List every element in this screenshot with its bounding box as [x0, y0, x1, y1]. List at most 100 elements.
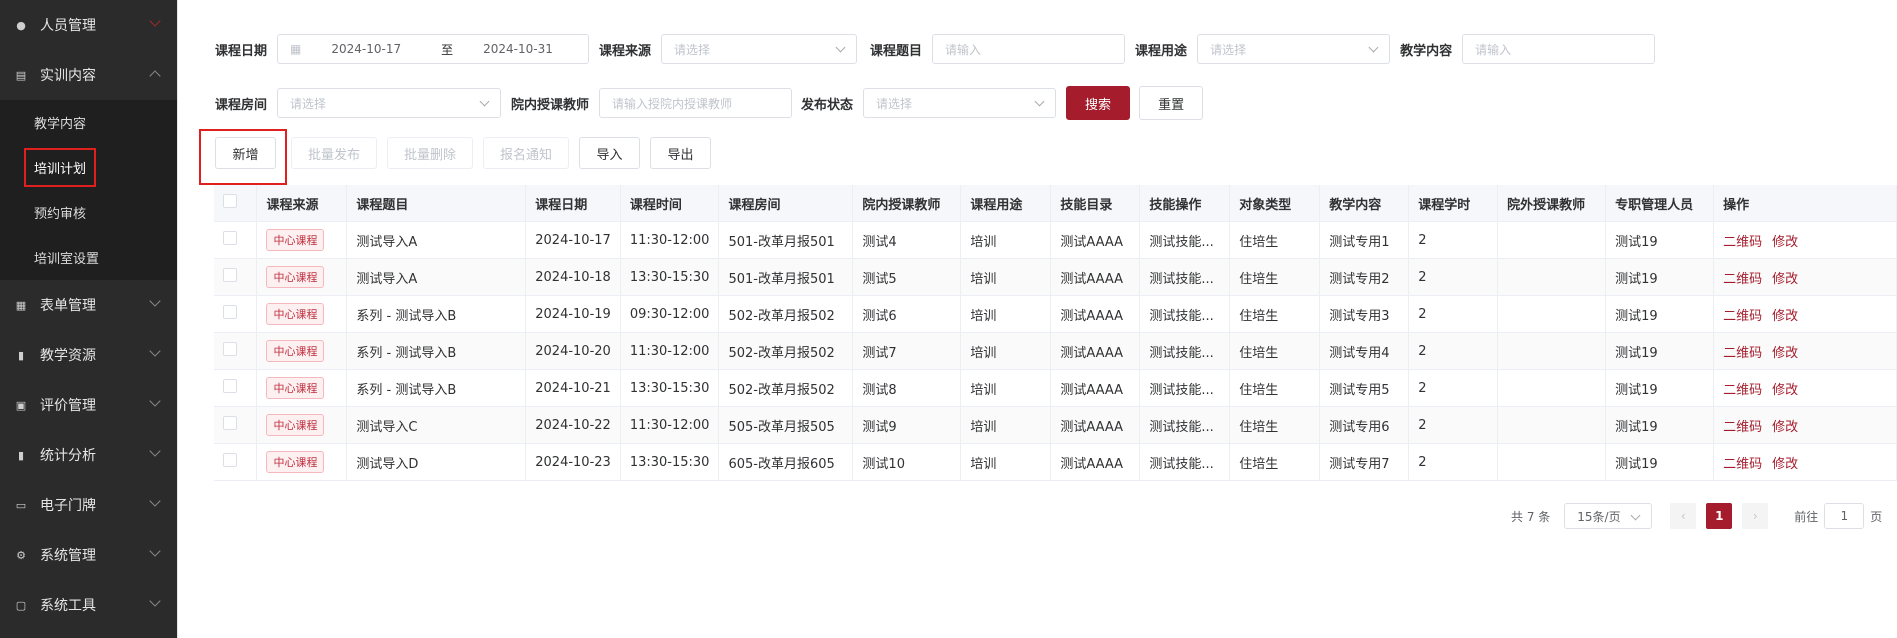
- row-checkbox[interactable]: [223, 416, 237, 430]
- submenu-item-label: 预约审核: [34, 207, 87, 222]
- batch-publish-button[interactable]: 批量发布: [291, 137, 377, 169]
- row-checkbox[interactable]: [223, 379, 237, 393]
- edit-link[interactable]: 修改: [1772, 420, 1798, 435]
- cell-date: 2024-10-20: [525, 332, 621, 370]
- row-select-cell[interactable]: [214, 221, 258, 259]
- submenu-item-teaching-content[interactable]: 教学内容: [0, 100, 177, 145]
- cell-hours: 2: [1408, 369, 1499, 407]
- gear-icon: ⚙: [16, 548, 26, 562]
- goto-input[interactable]: 1: [1824, 503, 1865, 529]
- cell-content: 测试专用1: [1319, 221, 1410, 259]
- date-range-picker[interactable]: ▦ 2024-10-17 至 2024-10-31: [277, 34, 590, 64]
- cell-hours: 2: [1408, 332, 1499, 370]
- chevron-down-icon: [149, 345, 161, 357]
- sidebar-item-label: 人员管理: [40, 18, 96, 34]
- status-select[interactable]: 请选择: [863, 88, 1057, 118]
- page-button-current[interactable]: 1: [1706, 503, 1733, 529]
- submenu-item-room-settings[interactable]: 培训室设置: [0, 235, 177, 280]
- topic-input[interactable]: 请输入: [932, 34, 1126, 64]
- submenu-item-training-plan[interactable]: 培训计划: [0, 145, 177, 190]
- sidebar-item-e-doorplate[interactable]: ▭ 电子门牌: [0, 480, 177, 530]
- sidebar-item-forms[interactable]: ▦ 表单管理: [0, 280, 177, 330]
- table-row: 中心课程 测试导入A 2024-10-17 11:30-12:00 501-改革月报50…: [214, 221, 1897, 259]
- select-all-checkbox[interactable]: [223, 194, 237, 208]
- content-input[interactable]: 请输入: [1462, 34, 1656, 64]
- row-select-cell[interactable]: [214, 369, 258, 407]
- cell-target: 住培生: [1229, 258, 1321, 296]
- source-select[interactable]: 请选择: [661, 34, 858, 64]
- next-page-button[interactable]: ›: [1742, 503, 1769, 529]
- cell-manager: 测试19: [1605, 406, 1715, 444]
- search-button[interactable]: 搜索: [1066, 86, 1131, 120]
- select-all-cell[interactable]: [214, 185, 258, 222]
- teacher-input[interactable]: 请输入授院内授课教师: [599, 88, 793, 118]
- edit-link[interactable]: 修改: [1772, 309, 1798, 324]
- qrcode-link[interactable]: 二维码: [1723, 235, 1762, 250]
- qrcode-link[interactable]: 二维码: [1723, 346, 1762, 361]
- cell-date: 2024-10-19: [525, 295, 621, 333]
- cell-manager: 测试19: [1605, 258, 1715, 296]
- sidebar-item-personnel[interactable]: ● 人员管理: [0, 0, 177, 50]
- row-select-cell[interactable]: [214, 406, 258, 444]
- submenu-item-booking-review[interactable]: 预约审核: [0, 190, 177, 235]
- cell-time: 13:30-15:30: [620, 258, 720, 296]
- signup-notify-button[interactable]: 报名通知: [483, 137, 569, 169]
- reset-button[interactable]: 重置: [1139, 86, 1204, 120]
- cell-target: 住培生: [1229, 221, 1321, 259]
- row-select-cell[interactable]: [214, 258, 258, 296]
- page-size-select[interactable]: 15条/页: [1564, 503, 1653, 529]
- cell-ext-teacher: [1497, 332, 1607, 370]
- qrcode-link[interactable]: 二维码: [1723, 383, 1762, 398]
- column-header: 院外授课教师: [1497, 185, 1607, 222]
- cell-purpose: 培训: [960, 258, 1052, 296]
- source-tag: 中心课程: [266, 451, 325, 473]
- qrcode-link[interactable]: 二维码: [1723, 457, 1762, 472]
- row-checkbox[interactable]: [223, 231, 237, 245]
- filter-row-2: 课程房间 请选择 院内授课教师 请输入授院内授课教师 发布状态 请选择 搜索 重…: [215, 86, 1204, 120]
- sidebar-item-evaluation[interactable]: ▣ 评价管理: [0, 380, 177, 430]
- cell-skill-dir: 测试AAAA: [1050, 332, 1141, 370]
- sidebar-item-system[interactable]: ⚙ 系统管理: [0, 530, 177, 580]
- cell-room: 605-改革月报605: [718, 443, 854, 481]
- table-header-row: 课程来源 课程题目 课程日期 课程时间 课程房间 院内授课教师 课程用途 技能目…: [214, 185, 1897, 222]
- prev-page-button[interactable]: ‹: [1670, 503, 1697, 529]
- room-select[interactable]: 请选择: [277, 88, 502, 118]
- cell-target: 住培生: [1229, 369, 1321, 407]
- column-header: 课程房间: [718, 185, 854, 222]
- edit-link[interactable]: 修改: [1772, 383, 1798, 398]
- qrcode-link[interactable]: 二维码: [1723, 309, 1762, 324]
- cell-date: 2024-10-18: [525, 258, 621, 296]
- sidebar-item-statistics[interactable]: ▮ 统计分析: [0, 430, 177, 480]
- row-select-cell[interactable]: [214, 443, 258, 481]
- cell-ext-teacher: [1497, 443, 1607, 481]
- book-icon: ▤: [15, 68, 27, 82]
- row-checkbox[interactable]: [223, 268, 237, 282]
- row-select-cell[interactable]: [214, 332, 258, 370]
- highlight-box: [199, 129, 287, 185]
- purpose-select[interactable]: 请选择: [1197, 34, 1391, 64]
- column-header: 课程题目: [346, 185, 527, 222]
- cell-skill-dir: 测试AAAA: [1050, 221, 1141, 259]
- submenu: 教学内容 培训计划 预约审核 培训室设置: [0, 100, 177, 280]
- qrcode-link[interactable]: 二维码: [1723, 420, 1762, 435]
- monitor-icon: ▭: [15, 498, 27, 512]
- edit-link[interactable]: 修改: [1772, 346, 1798, 361]
- edit-link[interactable]: 修改: [1772, 457, 1798, 472]
- sidebar-item-resources[interactable]: ▮ 教学资源: [0, 330, 177, 380]
- batch-delete-button[interactable]: 批量删除: [387, 137, 473, 169]
- toolbox-icon: ▢: [15, 598, 27, 612]
- row-checkbox[interactable]: [223, 453, 237, 467]
- cell-skill-dir: 测试AAAA: [1050, 295, 1141, 333]
- export-button[interactable]: 导出: [650, 137, 711, 169]
- import-button[interactable]: 导入: [579, 137, 640, 169]
- edit-link[interactable]: 修改: [1772, 272, 1798, 287]
- cell-room: 505-改革月报505: [718, 406, 854, 444]
- row-checkbox[interactable]: [223, 305, 237, 319]
- cell-teacher: 测试7: [852, 332, 962, 370]
- row-select-cell[interactable]: [214, 295, 258, 333]
- row-checkbox[interactable]: [223, 342, 237, 356]
- qrcode-link[interactable]: 二维码: [1723, 272, 1762, 287]
- sidebar-item-training-content[interactable]: ▤ 实训内容: [0, 50, 177, 100]
- edit-link[interactable]: 修改: [1772, 235, 1798, 250]
- sidebar-item-tools[interactable]: ▢ 系统工具: [0, 580, 177, 630]
